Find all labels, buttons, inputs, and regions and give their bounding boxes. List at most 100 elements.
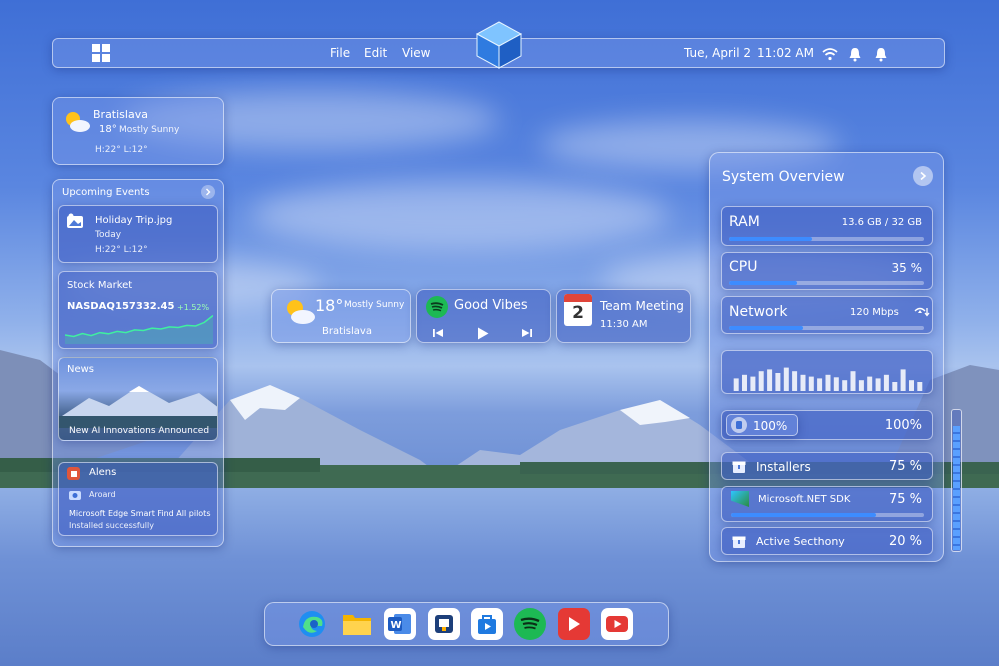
windows-logo-icon[interactable] [91, 43, 111, 63]
time-display: 11:02 AM [757, 46, 814, 60]
alerts-widget[interactable]: Alens Aroard Microsoft Edge Smart Find A… [58, 462, 218, 536]
ram-progress [729, 237, 924, 241]
activity-bar [775, 373, 781, 391]
installers-label: Installers [756, 460, 811, 474]
alerts-line1: Microsoft Edge Smart Find All pilots [69, 509, 211, 518]
menu-edit[interactable]: Edit [364, 46, 387, 60]
activity-bar [800, 374, 806, 391]
activity-bar [900, 369, 906, 391]
calendar-time: 11:30 AM [600, 319, 648, 330]
stock-widget[interactable]: Stock Market NASDAQ 157332.45 +1.52% [58, 271, 218, 349]
alerts-line2: Installed successfully [69, 521, 154, 530]
storage-left-value: 100% [753, 419, 788, 433]
wifi-icon[interactable] [821, 45, 839, 63]
events-title: Upcoming Events [62, 187, 150, 198]
file-explorer-icon[interactable] [341, 608, 373, 640]
cpu-progress [729, 281, 924, 285]
stock-label: NASDAQ [67, 301, 115, 312]
stock-title: Stock Market [67, 280, 133, 291]
svg-text:W: W [391, 620, 402, 631]
package-icon [731, 459, 747, 475]
active-value: 20 % [888, 534, 922, 549]
active-card[interactable]: Active Secthony 20 % [721, 527, 933, 555]
notes-app-icon[interactable] [428, 608, 460, 640]
activity-bar [883, 374, 889, 391]
activity-bar [758, 371, 764, 391]
store-icon[interactable] [471, 608, 503, 640]
network-label: Network [729, 304, 788, 320]
vertical-scrollbar[interactable] [951, 409, 962, 552]
drive-icon [731, 417, 747, 433]
activity-bar-graph [733, 367, 923, 391]
stock-change: +1.52% [177, 303, 210, 312]
event-hilo: H:22° L:12° [95, 245, 148, 255]
storage-card[interactable]: 100% 100% [721, 410, 933, 440]
netsdk-value: 75 % [888, 492, 922, 507]
music-widget[interactable]: Good Vibes [416, 289, 551, 343]
scrollbar-thumb[interactable] [953, 425, 960, 550]
alert-app-icon [67, 467, 80, 480]
network-value: 120 Mbps [850, 307, 899, 318]
alerts-sub: Aroard [89, 490, 116, 499]
activity-bar [808, 376, 814, 391]
calendar-widget[interactable]: 2 Team Meeting 11:30 AM [556, 289, 691, 343]
network-card[interactable]: Network 120 Mbps [721, 296, 933, 334]
stock-value: 157332.45 [115, 301, 175, 312]
news-widget[interactable]: News New AI Innovations Announced [58, 357, 218, 441]
event-item[interactable]: Holiday Trip.jpg Today H:22° L:12° [58, 205, 218, 263]
active-label: Active Secthony [756, 535, 845, 548]
activity-bar [817, 378, 823, 391]
package-icon [731, 534, 747, 550]
news-title: News [67, 364, 95, 375]
menu-file[interactable]: File [330, 46, 350, 60]
ram-value: 13.6 GB / 32 GB [841, 217, 922, 228]
partly-sunny-icon [282, 296, 316, 326]
music-title: Good Vibes [454, 298, 528, 313]
menu-view[interactable]: View [402, 46, 430, 60]
activity-bar [892, 382, 898, 391]
ram-label: RAM [729, 214, 760, 230]
play-icon[interactable] [476, 326, 490, 340]
storage-chip: 100% [726, 414, 798, 436]
photo-icon [65, 212, 85, 230]
calendar-day: 2 [572, 303, 584, 323]
chevron-right-icon[interactable] [201, 185, 215, 199]
netsdk-card[interactable]: Microsoft.NET SDK 75 % [721, 486, 933, 522]
activity-bar [825, 374, 831, 391]
ram-card[interactable]: RAM 13.6 GB / 32 GB [721, 206, 933, 246]
mini-weather-widget[interactable]: 18° Mostly Sunny Bratislava [271, 289, 411, 343]
spotify-icon[interactable] [514, 608, 546, 640]
weather-hilo: H:22° L:12° [95, 145, 148, 155]
cube-logo-icon[interactable] [474, 20, 524, 70]
previous-track-icon[interactable] [431, 327, 445, 339]
mini-weather-temp: 18° [315, 296, 344, 315]
activity-bar [733, 378, 739, 391]
weather-widget[interactable]: Bratislava 18° Mostly Sunny H:22° L:12° [52, 97, 224, 165]
weather-temp: 18° [99, 124, 117, 135]
youtube-icon[interactable] [601, 608, 633, 640]
netsdk-progress [731, 513, 924, 517]
bell-icon[interactable] [846, 45, 864, 63]
next-track-icon[interactable] [520, 327, 534, 339]
cpu-card[interactable]: CPU 35 % [721, 252, 933, 290]
network-progress [729, 326, 924, 330]
media-player-icon[interactable] [558, 608, 590, 640]
left-widget-panel: Upcoming Events Holiday Trip.jpg Today H… [52, 179, 224, 547]
installers-value: 75 % [888, 459, 922, 474]
edge-browser-icon[interactable] [296, 608, 328, 640]
word-icon[interactable]: W [384, 608, 416, 640]
news-headline[interactable]: New AI Innovations Announced [69, 426, 209, 436]
stock-trend-chart [65, 314, 213, 344]
activity-graph-card [721, 350, 933, 394]
activity-bar [850, 371, 856, 391]
calendar-title: Team Meeting [600, 299, 684, 313]
notification-icon[interactable] [872, 45, 890, 63]
camera-icon [68, 489, 82, 501]
installers-card[interactable]: Installers 75 % [721, 452, 933, 480]
calendar-icon: 2 [564, 294, 592, 326]
spotify-icon [426, 296, 448, 318]
activity-bar [842, 380, 848, 391]
storage-right-value: 100% [884, 418, 922, 433]
chevron-right-icon[interactable] [913, 166, 933, 186]
netsdk-icon [731, 491, 749, 507]
